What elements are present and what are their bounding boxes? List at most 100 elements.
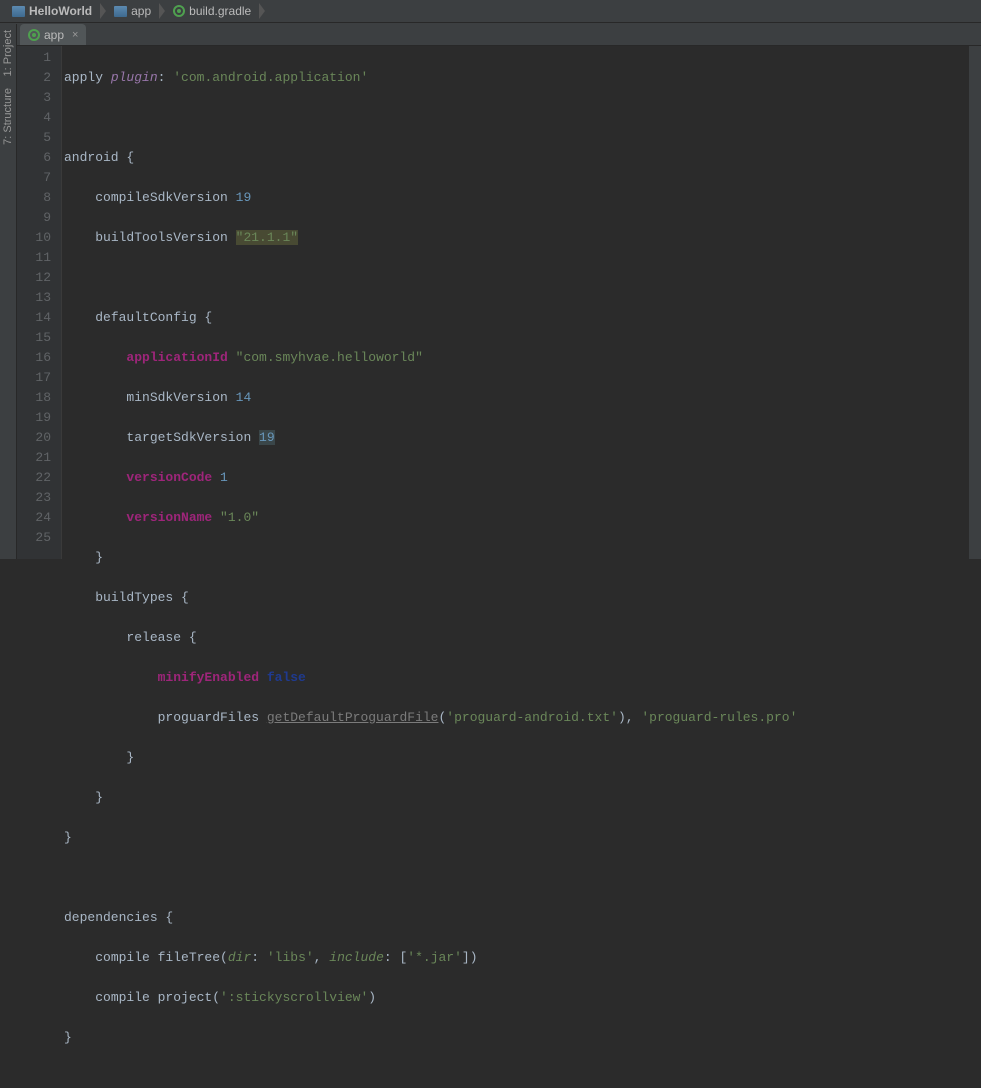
- line-number: 6: [17, 148, 51, 168]
- tool-window-strip-left: 1: Project 7: Structure: [0, 24, 17, 559]
- code-token: (: [438, 710, 446, 725]
- line-number: 8: [17, 188, 51, 208]
- line-number: 17: [17, 368, 51, 388]
- editor-tab[interactable]: app ×: [20, 24, 86, 45]
- code-token: 1: [220, 470, 228, 485]
- editor: 1 2 3 4 5 6 7 8 9 10 11 12 13 14 15 16 1…: [17, 46, 981, 559]
- line-number: 12: [17, 268, 51, 288]
- code-token: android {: [64, 150, 134, 165]
- line-number: 9: [17, 208, 51, 228]
- structure-tool-button[interactable]: 7: Structure: [0, 82, 16, 151]
- code-token: ,: [314, 950, 330, 965]
- line-number: 10: [17, 228, 51, 248]
- line-number: 24: [17, 508, 51, 528]
- code-token: apply: [64, 70, 111, 85]
- code-token: defaultConfig {: [95, 310, 212, 325]
- line-number: 2: [17, 68, 51, 88]
- code-token: ]): [462, 950, 478, 965]
- code-token: "21.1.1": [236, 230, 298, 245]
- project-tool-button[interactable]: 1: Project: [0, 24, 16, 82]
- code-token: }: [95, 790, 103, 805]
- tool-label: 7: Structure: [2, 88, 14, 145]
- code-token: compile project(: [95, 990, 220, 1005]
- gradle-icon: [28, 29, 40, 41]
- code-token: ),: [618, 710, 641, 725]
- code-token: versionName: [126, 510, 220, 525]
- code-token: plugin: [111, 70, 158, 85]
- folder-icon: [12, 6, 25, 17]
- code-token: 'com.android.application': [173, 70, 368, 85]
- line-number: 22: [17, 468, 51, 488]
- line-number: 16: [17, 348, 51, 368]
- line-number: 7: [17, 168, 51, 188]
- scrollbar[interactable]: [968, 46, 981, 559]
- code-token: 'proguard-android.txt': [446, 710, 618, 725]
- code-token: dir: [228, 950, 251, 965]
- code-token: getDefaultProguardFile: [267, 710, 439, 725]
- line-number: 1: [17, 48, 51, 68]
- code-token: :: [251, 950, 267, 965]
- code-token: versionCode: [126, 470, 220, 485]
- tab-label: app: [44, 28, 64, 42]
- code-token: buildTypes {: [95, 590, 189, 605]
- code-token: : [: [384, 950, 407, 965]
- code-token: ':stickyscrollview': [220, 990, 368, 1005]
- code-token: compileSdkVersion: [95, 190, 235, 205]
- line-number: 11: [17, 248, 51, 268]
- code-token: compile fileTree(: [95, 950, 228, 965]
- code-token: 19: [259, 430, 275, 445]
- code-token: 14: [236, 390, 252, 405]
- folder-icon: [114, 6, 127, 17]
- code-token: }: [126, 750, 134, 765]
- line-number: 23: [17, 488, 51, 508]
- code-token: "com.smyhvae.helloworld": [236, 350, 423, 365]
- chevron-right-icon: [259, 3, 265, 19]
- code-token: }: [64, 830, 72, 845]
- editor-gutter[interactable]: 1 2 3 4 5 6 7 8 9 10 11 12 13 14 15 16 1…: [17, 46, 62, 559]
- code-token: }: [95, 550, 103, 565]
- code-token: proguardFiles: [158, 710, 267, 725]
- code-token: false: [267, 670, 306, 685]
- line-number: 15: [17, 328, 51, 348]
- breadcrumb-item-project[interactable]: HelloWorld: [6, 0, 98, 22]
- code-token: targetSdkVersion: [126, 430, 259, 445]
- line-number: 19: [17, 408, 51, 428]
- breadcrumb: HelloWorld app build.gradle: [0, 0, 981, 23]
- code-token: }: [64, 1030, 72, 1045]
- code-token: buildToolsVersion: [95, 230, 235, 245]
- line-number: 25: [17, 528, 51, 548]
- code-token: "1.0": [220, 510, 259, 525]
- chevron-right-icon: [100, 3, 106, 19]
- breadcrumb-label: app: [131, 4, 151, 18]
- code-token: release {: [126, 630, 196, 645]
- breadcrumb-item-file[interactable]: build.gradle: [167, 0, 257, 22]
- code-token: 'proguard-rules.pro': [641, 710, 797, 725]
- code-token: 19: [236, 190, 252, 205]
- code-token: applicationId: [126, 350, 235, 365]
- code-token: dependencies {: [64, 910, 173, 925]
- line-number: 5: [17, 128, 51, 148]
- tool-label: 1: Project: [2, 30, 14, 76]
- code-token: ): [368, 990, 376, 1005]
- breadcrumb-item-module[interactable]: app: [108, 0, 157, 22]
- breadcrumb-label: HelloWorld: [29, 4, 92, 18]
- breadcrumb-label: build.gradle: [189, 4, 251, 18]
- gradle-icon: [173, 5, 185, 17]
- code-token: :: [158, 70, 174, 85]
- chevron-right-icon: [159, 3, 165, 19]
- code-token: minifyEnabled: [158, 670, 267, 685]
- editor-tab-bar: app ×: [0, 23, 981, 46]
- line-number: 14: [17, 308, 51, 328]
- line-number: 20: [17, 428, 51, 448]
- line-number: 4: [17, 108, 51, 128]
- code-token: '*.jar': [407, 950, 462, 965]
- code-token: 'libs': [267, 950, 314, 965]
- line-number: 21: [17, 448, 51, 468]
- code-editor[interactable]: apply plugin: 'com.android.application' …: [62, 46, 968, 559]
- line-number: 18: [17, 388, 51, 408]
- close-icon[interactable]: ×: [72, 29, 78, 41]
- code-token: minSdkVersion: [126, 390, 235, 405]
- line-number: 13: [17, 288, 51, 308]
- line-number: 3: [17, 88, 51, 108]
- code-token: include: [329, 950, 384, 965]
